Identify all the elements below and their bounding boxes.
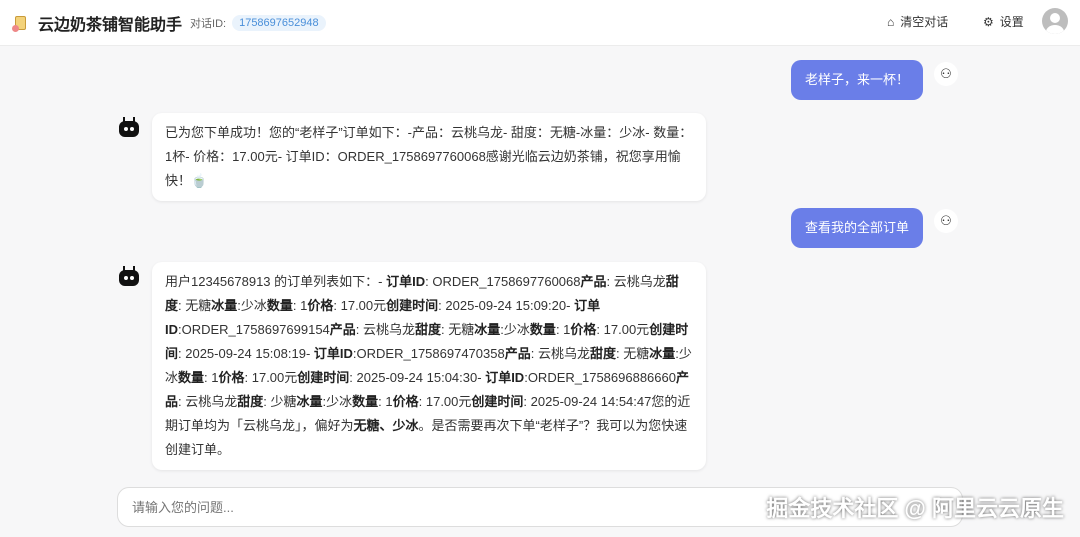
text-segment: :少冰	[237, 298, 267, 313]
user-icon: ⚇	[934, 209, 958, 233]
bold-label: 创建时间	[386, 298, 439, 313]
bold-label: 订单ID	[485, 370, 525, 385]
text-segment: :ORDER_1758696886660	[524, 370, 676, 385]
settings-label: 设置	[999, 15, 1024, 29]
text-segment: : 云桃乌龙	[530, 346, 590, 361]
app-header: 云边奶茶铺智能助手 对话ID: 1758697652948 ⌂ 清空对话 ⚙ 设…	[0, 0, 1080, 46]
text-segment: :少冰	[322, 394, 353, 409]
bold-label: 价格	[392, 394, 419, 409]
text-segment: :ORDER_1758697470358	[352, 346, 505, 361]
text-segment: : 少糖	[263, 394, 297, 409]
conversation-id-badge: 1758697652948	[232, 14, 326, 31]
text-segment: : ORDER_1758697760068	[425, 274, 581, 289]
text-segment: 用户12345678913 的订单列表如下：-	[165, 274, 387, 289]
text-segment: : 1	[204, 370, 219, 385]
text-segment: : 无糖	[441, 322, 475, 337]
bold-label: 甜度	[589, 346, 616, 361]
bold-label: 冰量	[649, 346, 676, 361]
watermark: 掘金技术社区 @ 阿里云云原生	[766, 496, 1064, 521]
bot-avatar-icon	[118, 116, 140, 138]
bold-label: 创建时间	[471, 394, 524, 409]
text-segment: :少冰	[500, 322, 530, 337]
text-segment: : 1	[555, 322, 571, 337]
bot-message: 已为您下单成功！您的“老样子”订单如下：-产品：云桃乌龙- 甜度：无糖-冰量：少…	[152, 113, 706, 201]
text-segment: : 2025-09-24 15:09:20-	[438, 298, 575, 313]
text-segment: : 云桃乌龙	[178, 394, 238, 409]
text-segment: : 云桃乌龙	[606, 274, 666, 289]
bold-label: 数量	[178, 370, 205, 385]
bold-label: 冰量	[474, 322, 501, 337]
clear-label: 清空对话	[900, 15, 949, 29]
text-segment: : 17.00元	[244, 370, 298, 385]
bold-label: 甜度	[415, 322, 442, 337]
bold-label: 创建时间	[297, 370, 350, 385]
text-segment: : 无糖	[615, 346, 650, 361]
conversation-id-label: 对话ID:	[190, 17, 227, 30]
bold-label: 数量	[266, 298, 293, 313]
bold-label: 产品	[504, 346, 531, 361]
user-message: 查看我的全部订单	[790, 208, 923, 248]
text-segment: : 17.00元	[418, 394, 472, 409]
settings-button[interactable]: ⚙ 设置	[983, 13, 1024, 30]
bold-label: 产品	[580, 274, 607, 289]
clear-conversation-button[interactable]: ⌂ 清空对话	[887, 13, 948, 30]
bold-label: 甜度	[237, 394, 264, 409]
bot-avatar-icon	[118, 265, 140, 287]
text-segment: : 1	[292, 298, 308, 313]
bold-label: 价格	[307, 298, 334, 313]
bold-label: 价格	[218, 370, 245, 385]
app-title: 云边奶茶铺智能助手	[38, 16, 183, 34]
bold-label: 订单ID	[313, 346, 353, 361]
text-segment: : 17.00元	[596, 322, 650, 337]
text-segment: : 17.00元	[333, 298, 387, 313]
bold-label: 冰量	[211, 298, 238, 313]
text-segment: : 无糖	[178, 298, 212, 313]
bold-label: 订单ID	[386, 274, 426, 289]
bold-label: 数量	[352, 394, 379, 409]
broom-icon: ⌂	[887, 14, 895, 29]
bold-label: 无糖、少冰	[353, 418, 419, 433]
bot-message-order-list: 用户12345678913 的订单列表如下：- 订单ID: ORDER_1758…	[152, 262, 706, 470]
bold-label: 数量	[529, 322, 556, 337]
milk-tea-logo-icon	[12, 13, 30, 33]
text-segment: : 云桃乌龙	[355, 322, 416, 337]
text-segment: : 2025-09-24 15:08:19-	[178, 346, 314, 361]
gear-icon: ⚙	[983, 14, 994, 29]
user-icon: ⚇	[934, 62, 958, 86]
user-avatar[interactable]	[1042, 8, 1068, 34]
user-message: 老样子，来一杯！	[790, 60, 923, 100]
text-segment: : 2025-09-24 15:04:30-	[349, 370, 486, 385]
text-segment: : 1	[378, 394, 393, 409]
text-segment: :ORDER_1758697699154	[178, 322, 330, 337]
bold-label: 价格	[570, 322, 597, 337]
bold-label: 冰量	[296, 394, 323, 409]
bold-label: 产品	[329, 322, 356, 337]
